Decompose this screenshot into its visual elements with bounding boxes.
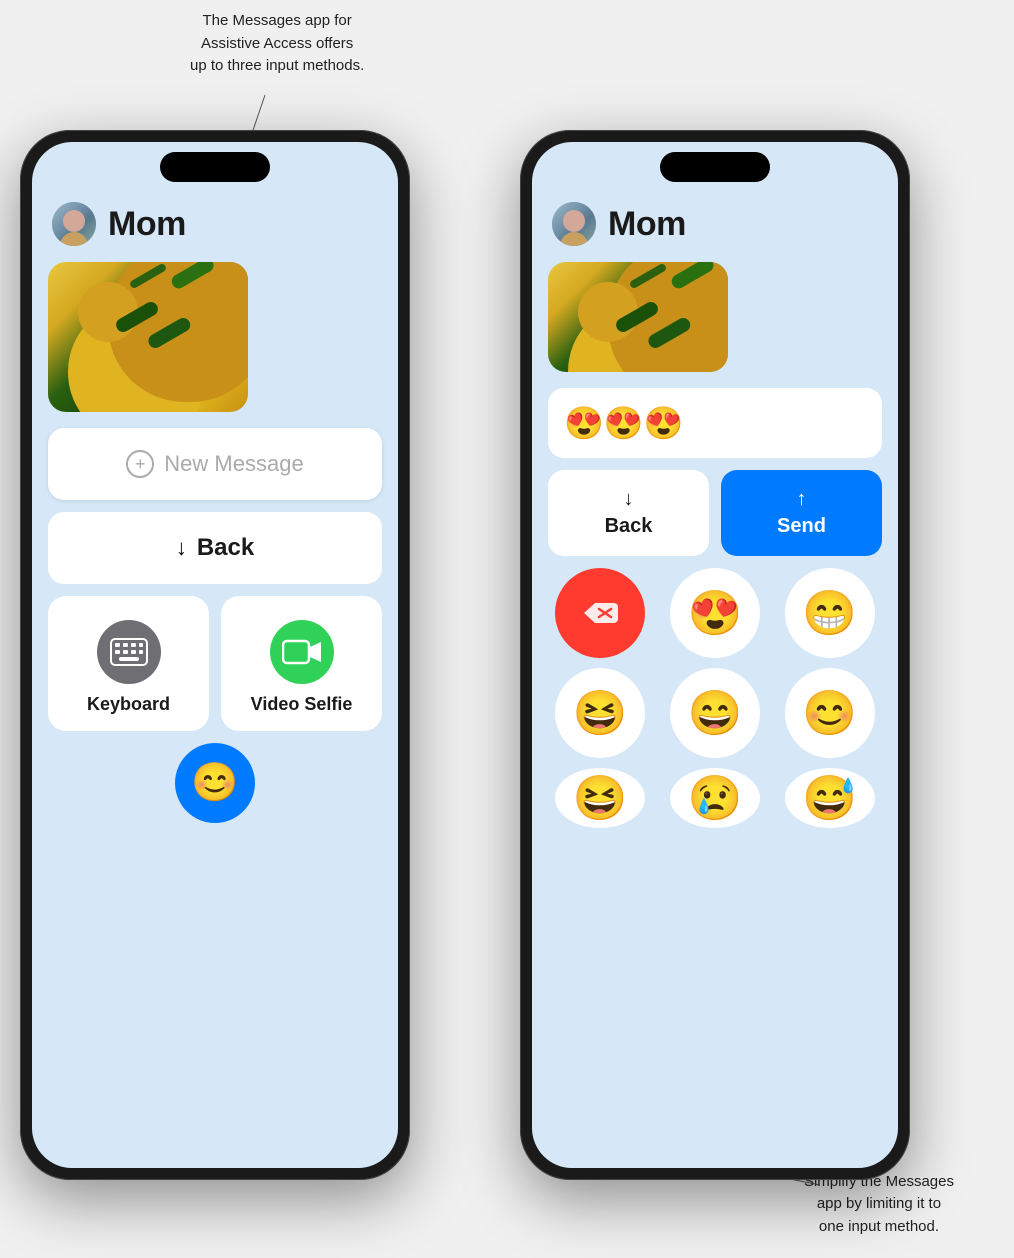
emoji-message-content: 😍😍😍: [564, 404, 684, 442]
emoji-blush[interactable]: 😊: [785, 668, 875, 758]
right-avatar: [552, 202, 596, 246]
left-back-button[interactable]: ↓ Back: [48, 512, 382, 584]
right-back-button[interactable]: ↓ Back: [548, 470, 709, 556]
bottom-annotation: Simplify the Messages app by limiting it…: [804, 1171, 954, 1239]
left-avatar-img: [52, 202, 96, 246]
top-annotation: The Messages app for Assistive Access of…: [190, 10, 364, 78]
emoji-row-1: 😍 😁: [548, 568, 882, 658]
emoji-keyboard: 😍 😁 😆 😄 😊 😆 😢 😅: [548, 568, 882, 828]
delete-icon: [582, 599, 618, 627]
emoji-row-2: 😆 😄 😊: [548, 668, 882, 758]
emoji-cry[interactable]: 😢: [670, 768, 760, 828]
emoji-smile[interactable]: 😄: [670, 668, 760, 758]
right-phone: Mom 😍😍😍 ↓ Back ↑ Send: [520, 130, 910, 1180]
left-phone: Mom + New Message ↓ Back: [20, 130, 410, 1180]
left-back-label: Back: [197, 534, 254, 562]
action-row: ↓ Back ↑ Send: [548, 470, 882, 556]
bottom-annotation-line3: one input method.: [819, 1218, 939, 1235]
send-label: Send: [777, 515, 826, 538]
emoji-partial-tile[interactable]: 😊: [48, 743, 382, 823]
keyboard-icon-bg: [97, 620, 161, 684]
delete-key[interactable]: [555, 568, 645, 658]
new-message-label: New Message: [164, 451, 303, 477]
emoji-xd[interactable]: 😆: [555, 768, 645, 828]
new-message-button[interactable]: + New Message: [48, 428, 382, 500]
keyboard-tile[interactable]: Keyboard: [48, 596, 209, 731]
keyboard-tile-label: Keyboard: [87, 694, 170, 715]
annotation-line2: Assistive Access offers: [201, 35, 353, 52]
back-arrow-icon: ↓: [624, 488, 634, 511]
emoji-grin[interactable]: 😁: [785, 568, 875, 658]
left-phone-screen: Mom + New Message ↓ Back: [32, 142, 398, 1168]
right-image-bubble: [548, 262, 728, 372]
annotation-line1: The Messages app for: [203, 12, 352, 29]
input-method-grid: Keyboard Video Selfie: [48, 596, 382, 731]
right-avatar-img: [552, 202, 596, 246]
emoji-icon-blue: 😊: [175, 743, 255, 823]
dynamic-island-right: [660, 152, 770, 182]
emoji-laugh[interactable]: 😆: [555, 668, 645, 758]
left-contact-name: Mom: [108, 205, 186, 244]
camera-icon: [282, 637, 322, 667]
video-selfie-tile-label: Video Selfie: [251, 694, 353, 715]
emoji-row-3: 😆 😢 😅: [548, 768, 882, 828]
left-image-bubble: [48, 262, 248, 412]
video-selfie-icon-bg: [270, 620, 334, 684]
right-back-label: Back: [605, 515, 653, 538]
emoji-sweat[interactable]: 😅: [785, 768, 875, 828]
send-button[interactable]: ↑ Send: [721, 470, 882, 556]
dynamic-island-left: [160, 152, 270, 182]
left-avatar: [52, 202, 96, 246]
bottom-annotation-line2: app by limiting it to: [817, 1195, 941, 1212]
new-message-icon: +: [126, 450, 154, 478]
annotation-line3: up to three input methods.: [190, 57, 364, 74]
send-arrow-icon: ↑: [797, 488, 807, 511]
emoji-message-area[interactable]: 😍😍😍: [548, 388, 882, 458]
right-contact-name: Mom: [608, 205, 686, 244]
video-selfie-tile[interactable]: Video Selfie: [221, 596, 382, 731]
keyboard-icon: [110, 638, 148, 666]
right-phone-screen: Mom 😍😍😍 ↓ Back ↑ Send: [532, 142, 898, 1168]
emoji-heart-eyes[interactable]: 😍: [670, 568, 760, 658]
